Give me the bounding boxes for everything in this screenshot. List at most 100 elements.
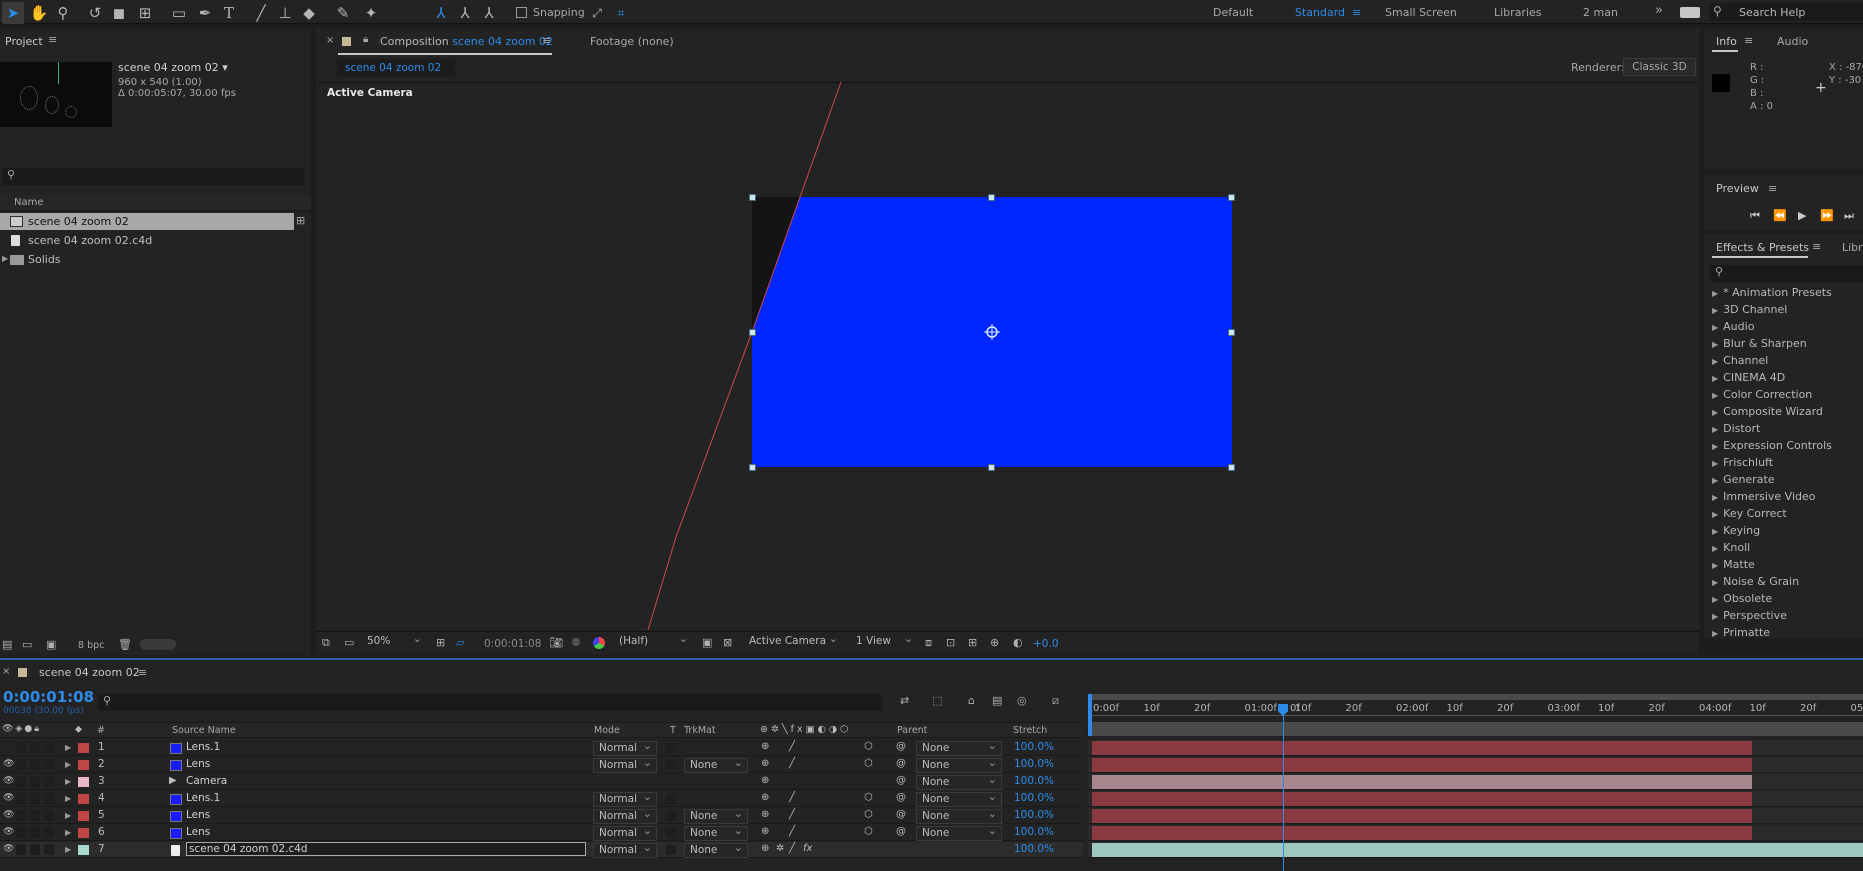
visibility-eye-icon[interactable]: 👁︎ xyxy=(3,810,14,820)
label-color-swatch[interactable] xyxy=(78,743,89,753)
audio-toggle[interactable] xyxy=(16,776,26,787)
lock-icon[interactable]: 🔒︎ xyxy=(363,34,368,45)
layer-duration-bar[interactable] xyxy=(1092,775,1752,789)
parent-dropdown[interactable]: None xyxy=(916,739,1002,756)
camera-view-dropdown[interactable]: Active Camera xyxy=(744,632,842,650)
libraries-tab[interactable]: Libr xyxy=(1842,241,1863,254)
parent-pickwhip-icon[interactable]: @ xyxy=(896,826,906,837)
effects-presets-tab[interactable]: Effects & Presets xyxy=(1716,241,1809,254)
show-snapshot-icon[interactable]: ⚉ xyxy=(571,636,581,649)
rectangle-tool-icon[interactable]: ▭ xyxy=(168,2,190,24)
puppet-tool-icon[interactable]: ✦ xyxy=(360,2,382,24)
footage-tab[interactable]: Footage (none) xyxy=(590,35,674,48)
effect-category-item[interactable]: ▶ Color Correction xyxy=(1712,388,1812,401)
collapse-transform-icon[interactable]: ⊕ xyxy=(761,809,769,820)
timeline-search-field[interactable]: ⚲ xyxy=(98,694,882,711)
comp-name-dropdown[interactable]: scene 04 zoom 02 ▾ xyxy=(118,61,228,74)
effect-category-item[interactable]: ▶ Audio xyxy=(1712,320,1754,333)
visibility-eye-icon[interactable]: 👁︎ xyxy=(3,827,14,837)
comp-tab-menu-icon[interactable]: ≡ xyxy=(542,34,551,47)
project-panel-title[interactable]: Project xyxy=(5,35,43,48)
mode-column-label[interactable]: Mode xyxy=(594,725,620,736)
effect-category-item[interactable]: ▶ Knoll xyxy=(1712,541,1750,554)
workspace-libraries[interactable]: Libraries xyxy=(1494,6,1542,19)
eraser-tool-icon[interactable]: ◆ xyxy=(298,2,320,24)
solo-toggle[interactable] xyxy=(30,827,40,838)
quality-switch-icon[interactable]: ╱ xyxy=(789,826,795,837)
solo-toggle[interactable] xyxy=(30,844,40,855)
close-timeline-tab-icon[interactable]: × xyxy=(2,666,10,677)
label-color-swatch[interactable] xyxy=(78,811,89,821)
layer-source-name[interactable]: Lens.1 xyxy=(186,792,220,804)
work-area-start-handle[interactable] xyxy=(1088,694,1092,736)
label-color-swatch[interactable] xyxy=(78,760,89,770)
lock-toggle[interactable] xyxy=(44,759,54,770)
collapse-transform-icon[interactable]: ⊕ xyxy=(761,792,769,803)
layer-duration-bar[interactable] xyxy=(1092,741,1752,755)
lock-toggle[interactable] xyxy=(44,827,54,838)
project-item-comp[interactable]: scene 04 zoom 02 xyxy=(0,213,294,230)
solo-toggle[interactable] xyxy=(30,810,40,821)
lock-toggle[interactable] xyxy=(44,742,54,753)
pen-tool-icon[interactable]: ✒ xyxy=(194,2,216,24)
expand-layer-arrow-icon[interactable]: ▶ xyxy=(65,743,71,752)
expand-arrow-icon[interactable]: ▶ xyxy=(1712,408,1718,417)
quality-switch-icon[interactable]: ╱ xyxy=(789,741,795,752)
layer-duration-bar[interactable] xyxy=(1092,843,1863,857)
bpc-label[interactable]: 8 bpc xyxy=(78,640,104,651)
always-preview-icon[interactable]: ⧉ xyxy=(322,636,330,650)
timeline-tab-menu-icon[interactable]: ≡ xyxy=(138,666,147,679)
view-axis-icon[interactable]: ⅄ xyxy=(478,2,500,24)
quality-switch-icon[interactable]: ╱ xyxy=(789,809,795,820)
region-of-interest-icon[interactable]: ▣ xyxy=(702,636,712,649)
project-search-field[interactable]: ⚲ xyxy=(2,168,304,185)
layer-source-name[interactable]: Lens xyxy=(186,809,210,821)
audio-toggle[interactable] xyxy=(16,742,26,753)
resolution-dropdown[interactable]: (Half) xyxy=(614,632,692,650)
zoom-tool-icon[interactable]: ⚲ xyxy=(52,2,74,24)
effects-switch-icon[interactable]: fx xyxy=(803,843,812,854)
effect-category-item[interactable]: ▶ Matte xyxy=(1712,558,1755,571)
stretch-value[interactable]: 100.0% xyxy=(1014,792,1054,804)
transform-handle-ml[interactable] xyxy=(749,329,756,336)
grid-toggle-icon[interactable]: ▱ xyxy=(456,636,464,649)
info-tab[interactable]: Info xyxy=(1716,35,1737,48)
view-layout-dropdown[interactable]: 1 View xyxy=(851,632,917,650)
parent-pickwhip-icon[interactable]: @ xyxy=(896,809,906,820)
viewer-timecode[interactable]: 0:00:01:08 xyxy=(484,638,541,650)
snap-options-icon[interactable]: ⤢ xyxy=(586,2,608,24)
transform-handle-br[interactable] xyxy=(1228,464,1235,471)
transform-handle-bc[interactable] xyxy=(988,464,995,471)
layer-source-name[interactable]: scene 04 zoom 02.c4d xyxy=(186,842,586,856)
effect-category-item[interactable]: ▶ Channel xyxy=(1712,354,1768,367)
comp-mini-flowchart-icon[interactable]: ⇄ xyxy=(900,694,909,707)
viewer-canvas[interactable] xyxy=(318,82,1698,630)
layer-row[interactable]: 👁︎ ▶ 2 Lens Normal None ⊕ ╱ ⬡ @ None 100.0% xyxy=(0,756,1083,773)
navigator-bar[interactable] xyxy=(1088,722,1863,736)
layer-row[interactable]: 👁︎ ▶ 7 scene 04 zoom 02.c4d Normal None ⊕ ╱ ✲ fx 1… xyxy=(0,841,1083,858)
effect-category-item[interactable]: ▶ Keying xyxy=(1712,524,1760,537)
expand-arrow-icon[interactable]: ▶ xyxy=(1712,578,1718,587)
expand-arrow-icon[interactable]: ▶ xyxy=(1712,544,1718,553)
stretch-value[interactable]: 100.0% xyxy=(1014,809,1054,821)
layer-row[interactable]: 👁︎ ▶ 4 Lens.1 Normal ⊕ ╱ ⬡ @ None 100.0% xyxy=(0,790,1083,807)
expand-arrow-icon[interactable]: ▶ xyxy=(1712,561,1718,570)
track-matte-dropdown[interactable]: None xyxy=(684,824,748,841)
parent-pickwhip-icon[interactable]: @ xyxy=(896,741,906,752)
parent-pickwhip-icon[interactable]: @ xyxy=(896,775,906,786)
timeline-icon[interactable]: ⊞ xyxy=(968,636,977,649)
lock-toggle[interactable] xyxy=(44,810,54,821)
exposure-value[interactable]: +0.0 xyxy=(1033,638,1059,650)
visibility-eye-icon[interactable]: 👁︎ xyxy=(3,776,14,786)
roto-brush-tool-icon[interactable]: ✎ xyxy=(332,2,354,24)
visibility-eye-icon[interactable]: 👁︎ xyxy=(3,759,14,769)
play-icon[interactable]: ▶ xyxy=(1798,209,1806,222)
project-item-c4d[interactable]: scene 04 zoom 02.c4d xyxy=(0,232,294,249)
transform-handle-tr[interactable] xyxy=(1228,194,1235,201)
expand-arrow-icon[interactable]: ▶ xyxy=(1712,357,1718,366)
preserve-transparency-box[interactable] xyxy=(666,845,676,855)
stretch-column-label[interactable]: Stretch xyxy=(1013,725,1047,736)
snapshot-icon[interactable]: 📷︎ xyxy=(549,636,563,649)
expand-arrow-icon[interactable]: ▶ xyxy=(1712,323,1718,332)
parent-dropdown[interactable]: None xyxy=(916,790,1002,807)
